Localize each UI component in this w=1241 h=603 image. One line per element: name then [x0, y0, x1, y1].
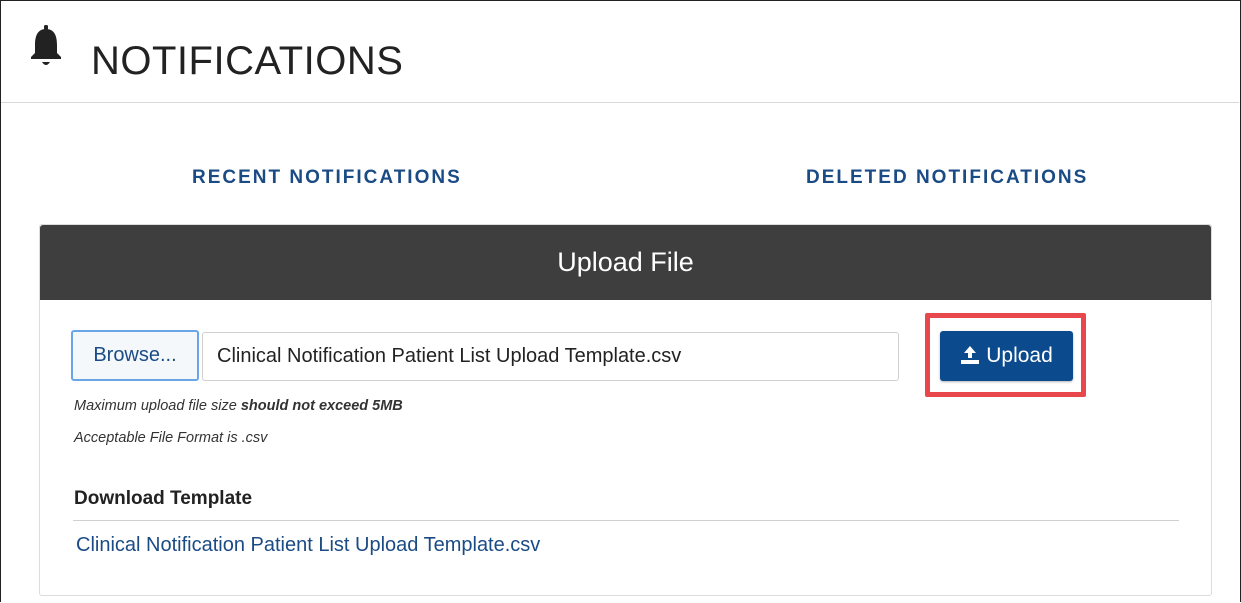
upload-button-label: Upload — [986, 344, 1053, 367]
tab-deleted-notifications[interactable]: DELETED NOTIFICATIONS — [806, 166, 1088, 190]
file-size-hint-bold: should not exceed 5MB — [240, 398, 403, 414]
upload-button[interactable]: Upload — [940, 331, 1073, 381]
bell-icon — [31, 25, 61, 65]
divider — [73, 520, 1179, 521]
download-template-link[interactable]: Clinical Notification Patient List Uploa… — [76, 534, 540, 557]
page-header: NOTIFICATIONS — [1, 1, 1239, 103]
upload-panel: Upload File Browse... Clinical Notificat… — [39, 224, 1212, 596]
file-size-hint: Maximum upload file size should not exce… — [74, 398, 403, 414]
tab-recent-notifications[interactable]: RECENT NOTIFICATIONS — [192, 166, 462, 190]
file-size-hint-text: Maximum upload file size — [74, 398, 241, 414]
download-template-heading: Download Template — [74, 488, 253, 509]
file-format-hint: Acceptable File Format is .csv — [74, 430, 268, 446]
panel-title: Upload File — [40, 225, 1211, 300]
page-title: NOTIFICATIONS — [91, 39, 404, 83]
upload-icon — [961, 346, 980, 364]
browse-button[interactable]: Browse... — [71, 330, 199, 381]
file-name-field[interactable]: Clinical Notification Patient List Uploa… — [202, 332, 899, 381]
